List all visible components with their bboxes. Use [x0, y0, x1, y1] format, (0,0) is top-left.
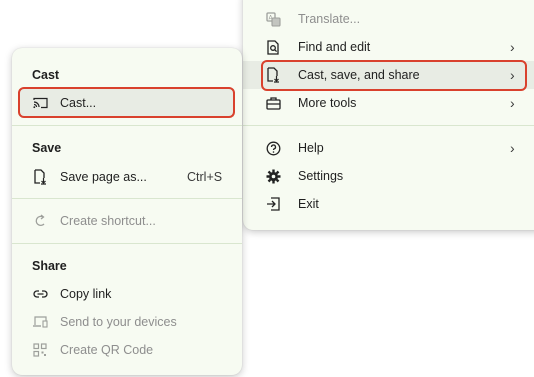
chevron-right-icon: › [510, 140, 515, 156]
separator [12, 125, 242, 126]
toolbox-icon [265, 95, 281, 111]
cast-save-share-submenu: Cast Cast... Save Save page as... Ctrl+S… [12, 48, 242, 375]
save-page-icon [32, 169, 48, 185]
submenu-item-create-shortcut: Create shortcut... [12, 207, 242, 235]
link-icon [32, 286, 48, 302]
cast-icon [32, 95, 48, 111]
submenu-item-save-page[interactable]: Save page as... Ctrl+S [12, 163, 242, 191]
menu-item-exit[interactable]: Exit [243, 190, 534, 218]
menu-item-translate: A Translate... [243, 5, 534, 33]
qr-code-icon [32, 342, 48, 358]
submenu-item-qr-code: Create QR Code [12, 336, 242, 364]
gear-icon [265, 168, 281, 184]
separator [12, 198, 242, 199]
help-icon [265, 140, 281, 156]
main-menu: A Translate... Find and edit › Cast, sav… [243, 0, 534, 230]
menu-item-settings[interactable]: Settings [243, 162, 534, 190]
submenu-item-copy-link[interactable]: Copy link [12, 280, 242, 308]
chevron-right-icon: › [510, 67, 515, 83]
menu-item-help[interactable]: Help › [243, 134, 534, 162]
menu-item-more-tools[interactable]: More tools › [243, 89, 534, 117]
section-heading-share: Share [32, 259, 67, 273]
chevron-right-icon: › [510, 39, 515, 55]
devices-icon [32, 314, 48, 330]
menu-item-cast-save-share[interactable]: Cast, save, and share › [243, 61, 534, 89]
section-heading-save: Save [32, 141, 62, 155]
menu-item-find-edit[interactable]: Find and edit › [243, 33, 534, 61]
shortcut-hint: Ctrl+S [187, 170, 223, 184]
exit-icon [265, 196, 281, 212]
submenu-item-cast[interactable]: Cast... [20, 89, 234, 117]
find-edit-icon [265, 39, 281, 55]
separator [12, 243, 242, 244]
save-share-icon [265, 67, 281, 83]
section-heading-cast: Cast [32, 68, 60, 82]
create-shortcut-icon [32, 213, 48, 229]
chevron-right-icon: › [510, 95, 515, 111]
translate-icon: A [265, 11, 281, 27]
separator [243, 125, 534, 126]
submenu-item-send-devices: Send to your devices [12, 308, 242, 336]
